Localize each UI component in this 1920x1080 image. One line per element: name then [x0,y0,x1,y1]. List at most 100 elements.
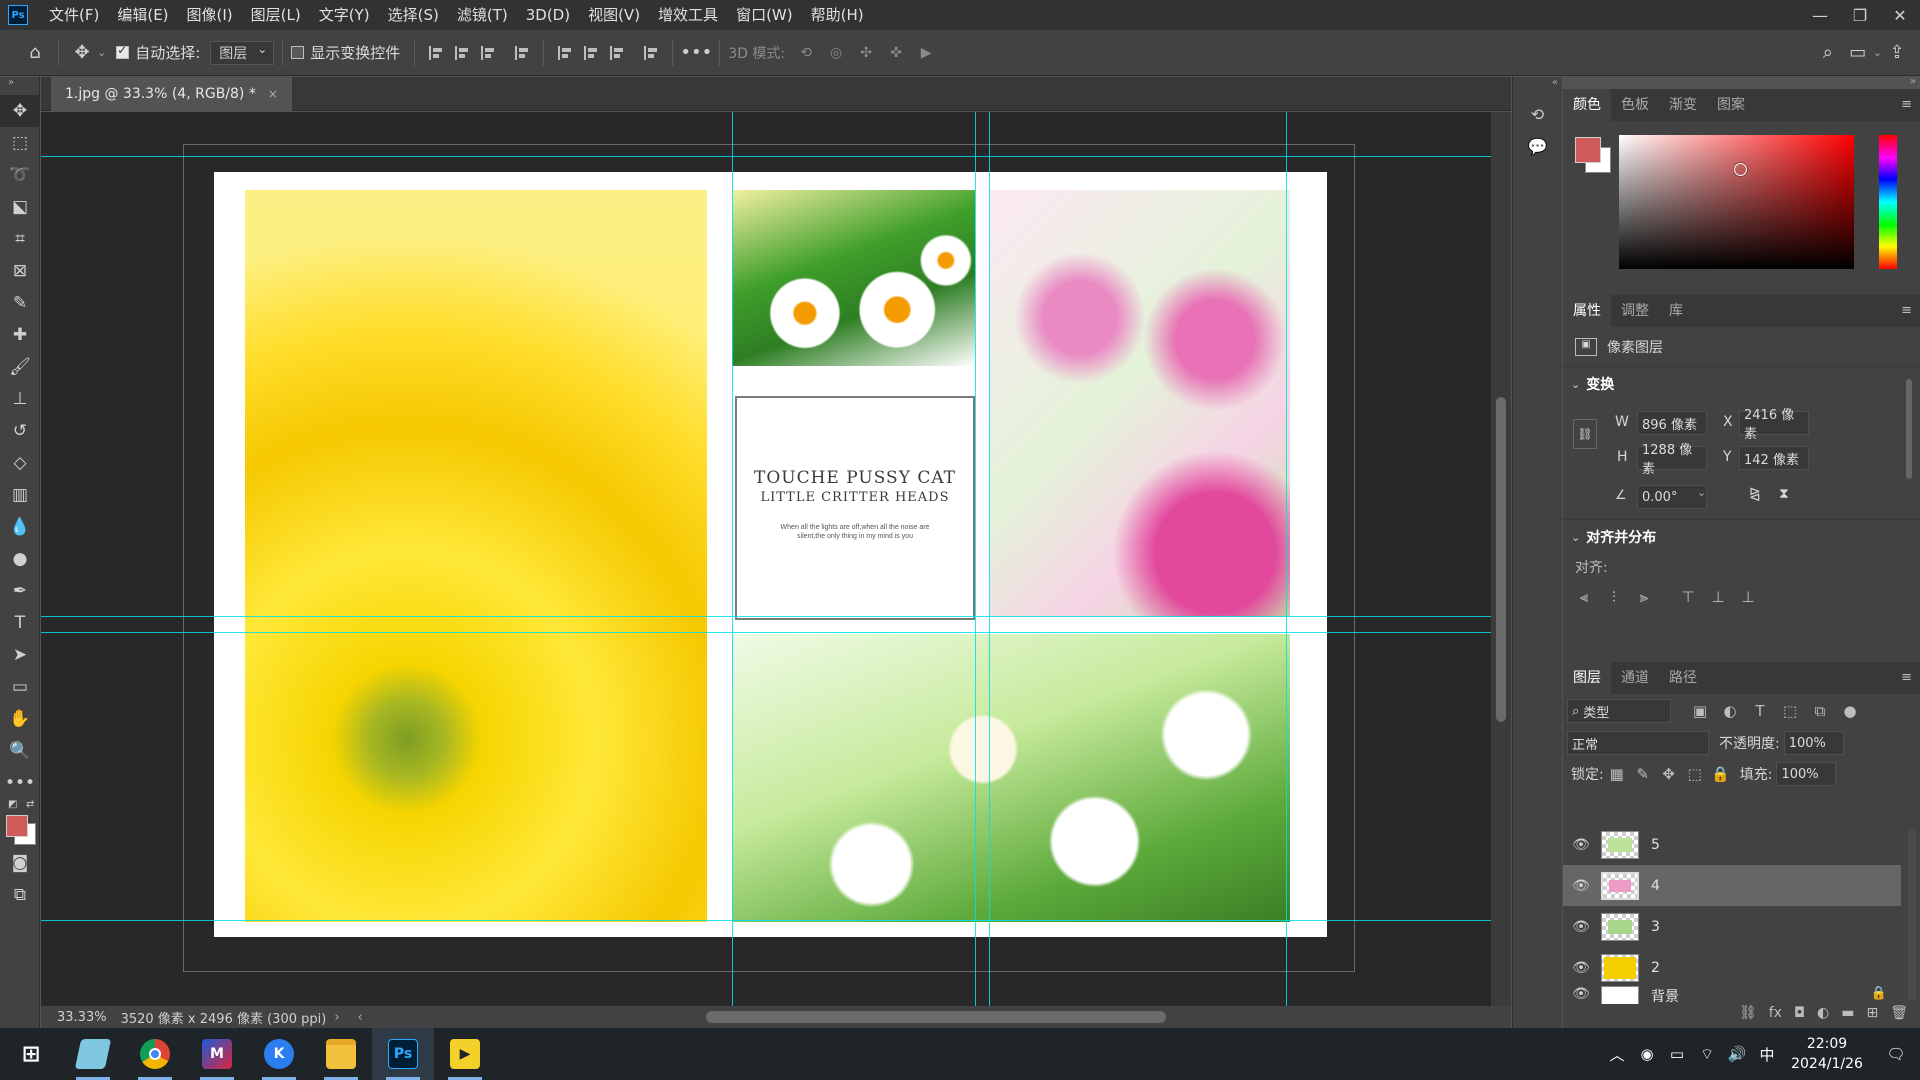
show-transform-checkbox[interactable]: 显示变换控件 [291,42,400,63]
layer-row[interactable]: 👁 3 [1563,906,1901,947]
add-mask-icon[interactable]: ◘ [1794,1005,1805,1021]
yellow-flower-photo[interactable] [245,190,707,922]
align-left-icon[interactable] [423,40,449,66]
tab-gradients[interactable]: 渐变 [1659,89,1707,121]
width-input[interactable]: 896 像素 [1637,411,1707,435]
battery-icon[interactable]: ▭ [1662,1045,1692,1063]
auto-select-checkbox[interactable]: 自动选择: [116,42,200,63]
lock-all-icon[interactable]: 🔒 [1708,765,1734,783]
wifi-icon[interactable]: ⌔ [1692,1045,1722,1064]
edit-toolbar-icon[interactable]: ••• [0,767,40,799]
collapse-icon[interactable]: » [1563,77,1920,89]
guide-vertical[interactable] [989,112,990,1006]
history-brush-tool-icon[interactable]: ↺ [0,415,40,447]
rectangle-tool-icon[interactable]: ▭ [0,671,40,703]
menu-window[interactable]: 窗口(W) [727,0,802,30]
dodge-tool-icon[interactable]: ● [0,543,40,575]
document-info[interactable]: 3520 像素 x 2496 像素 (300 ppi) [121,1008,327,1027]
filter-shape-icon[interactable]: ⬚ [1775,702,1805,720]
menu-view[interactable]: 视图(V) [579,0,649,30]
notifications-icon[interactable]: 🗨 [1872,1045,1920,1063]
guide-horizontal[interactable] [41,156,1491,157]
menu-type[interactable]: 文字(Y) [310,0,379,30]
chevron-down-icon[interactable]: ⌄ [1571,531,1580,544]
comments-panel-icon[interactable]: 💬 [1523,131,1553,161]
zoom-tool-icon[interactable]: 🔍 [0,735,40,767]
horizontal-scroll-thumb[interactable] [706,1011,1166,1023]
3d-pan-icon[interactable]: ✣ [851,38,881,68]
chevron-right-icon[interactable]: › [334,1010,339,1025]
distribute-h-icon[interactable] [638,40,664,66]
filter-smart-object-icon[interactable]: ⧉ [1805,702,1835,720]
taskbar-k-app[interactable]: K [248,1028,310,1080]
distribute-v-icon[interactable] [509,40,535,66]
object-select-tool-icon[interactable]: ⬕ [0,191,40,223]
menu-edit[interactable]: 编辑(E) [108,0,177,30]
hue-slider[interactable] [1879,135,1897,269]
visibility-eye-icon[interactable]: 👁 [1563,960,1599,976]
align-bottom-icon[interactable] [604,40,630,66]
chevron-down-icon[interactable]: ⌄ [1571,378,1580,391]
guide-vertical[interactable] [975,112,976,1006]
taskbar-mail[interactable]: M [186,1028,248,1080]
menu-plugins[interactable]: 增效工具 [649,0,727,30]
screen-mode-icon[interactable]: ⧉ [0,879,40,911]
eyedropper-tool-icon[interactable]: ✎ [0,287,40,319]
close-window-button[interactable]: ✕ [1880,0,1920,30]
pen-tool-icon[interactable]: ✒ [0,575,40,607]
taskbar-player[interactable]: ▶ [434,1028,496,1080]
taskbar-photoshop[interactable]: Ps [372,1028,434,1080]
workspace-icon[interactable]: ▭ [1843,38,1873,68]
brush-tool-icon[interactable]: 🖌 [0,351,40,383]
3d-camera-icon[interactable]: ▶ [911,38,941,68]
delete-layer-icon[interactable]: 🗑 [1890,1005,1908,1021]
flip-vertical-icon[interactable]: ⧗ [1779,486,1789,502]
show-transform-check-icon[interactable] [291,46,305,59]
blur-tool-icon[interactable]: 💧 [0,511,40,543]
layer-row-selected[interactable]: 👁 4 [1563,865,1901,906]
link-icon[interactable]: ⛓ [1573,419,1597,449]
new-layer-icon[interactable]: ⊞ [1866,1005,1878,1021]
auto-select-check-icon[interactable] [116,43,130,59]
daisy-bottom-photo[interactable] [732,634,1290,922]
tab-color[interactable]: 颜色 [1563,89,1611,121]
vertical-scrollbar[interactable] [1491,112,1511,1006]
move-tool-preset-icon[interactable]: ✥ [67,38,97,68]
chevron-down-icon[interactable]: ⌄ [1697,486,1706,499]
auto-select-target-dropdown[interactable]: 图层 [210,40,275,65]
lock-artboard-icon[interactable]: ⬚ [1682,765,1708,783]
minimize-button[interactable]: — [1800,0,1840,30]
restore-button[interactable]: ❐ [1840,0,1880,30]
swap-colors-icon[interactable]: ⇄ [26,799,34,810]
menu-3d[interactable]: 3D(D) [517,0,579,30]
pink-cosmos-photo[interactable] [990,190,1290,617]
type-tool-icon[interactable]: T [0,607,40,639]
align-top-icon[interactable] [552,40,578,66]
tab-libraries[interactable]: 库 [1659,295,1693,327]
layer-filter-dropdown[interactable]: ⌕ 类型 [1567,699,1671,723]
panel-menu-icon[interactable]: ≡ [1901,97,1912,112]
align-left-icon[interactable]: ⫷ [1569,588,1599,606]
visibility-eye-icon[interactable]: 👁 [1563,878,1599,894]
layers-scrollbar[interactable] [1908,830,1916,1000]
menu-select[interactable]: 选择(S) [379,0,448,30]
align-center-h-icon[interactable] [449,40,475,66]
fill-input[interactable]: 100% [1776,762,1837,786]
hand-tool-icon[interactable]: ✋ [0,703,40,735]
chevron-down-icon[interactable]: ⌄ [1873,46,1882,59]
document-canvas[interactable]: TOUCHE PUSSY CAT LITTLE CRITTER HEADS Wh… [214,172,1327,937]
tab-properties[interactable]: 属性 [1563,295,1611,327]
location-icon[interactable]: ◉ [1632,1045,1662,1063]
home-icon[interactable]: ⌂ [20,38,50,68]
healing-brush-tool-icon[interactable]: ✚ [0,319,40,351]
new-group-icon[interactable]: ▬ [1841,1005,1854,1021]
collapse-icon[interactable]: » [0,77,39,95]
align-bottom-icon[interactable]: ⊥ [1733,588,1763,606]
lock-transparency-icon[interactable]: ▦ [1604,765,1630,783]
canvas-workspace[interactable]: TOUCHE PUSSY CAT LITTLE CRITTER HEADS Wh… [41,112,1491,1006]
visibility-eye-icon[interactable]: 👁 [1563,837,1599,853]
quick-mask-icon[interactable]: ◙ [0,847,40,879]
taskbar-chrome[interactable] [124,1028,186,1080]
guide-vertical[interactable] [732,112,733,1006]
3d-slide-icon[interactable]: ✜ [881,38,911,68]
